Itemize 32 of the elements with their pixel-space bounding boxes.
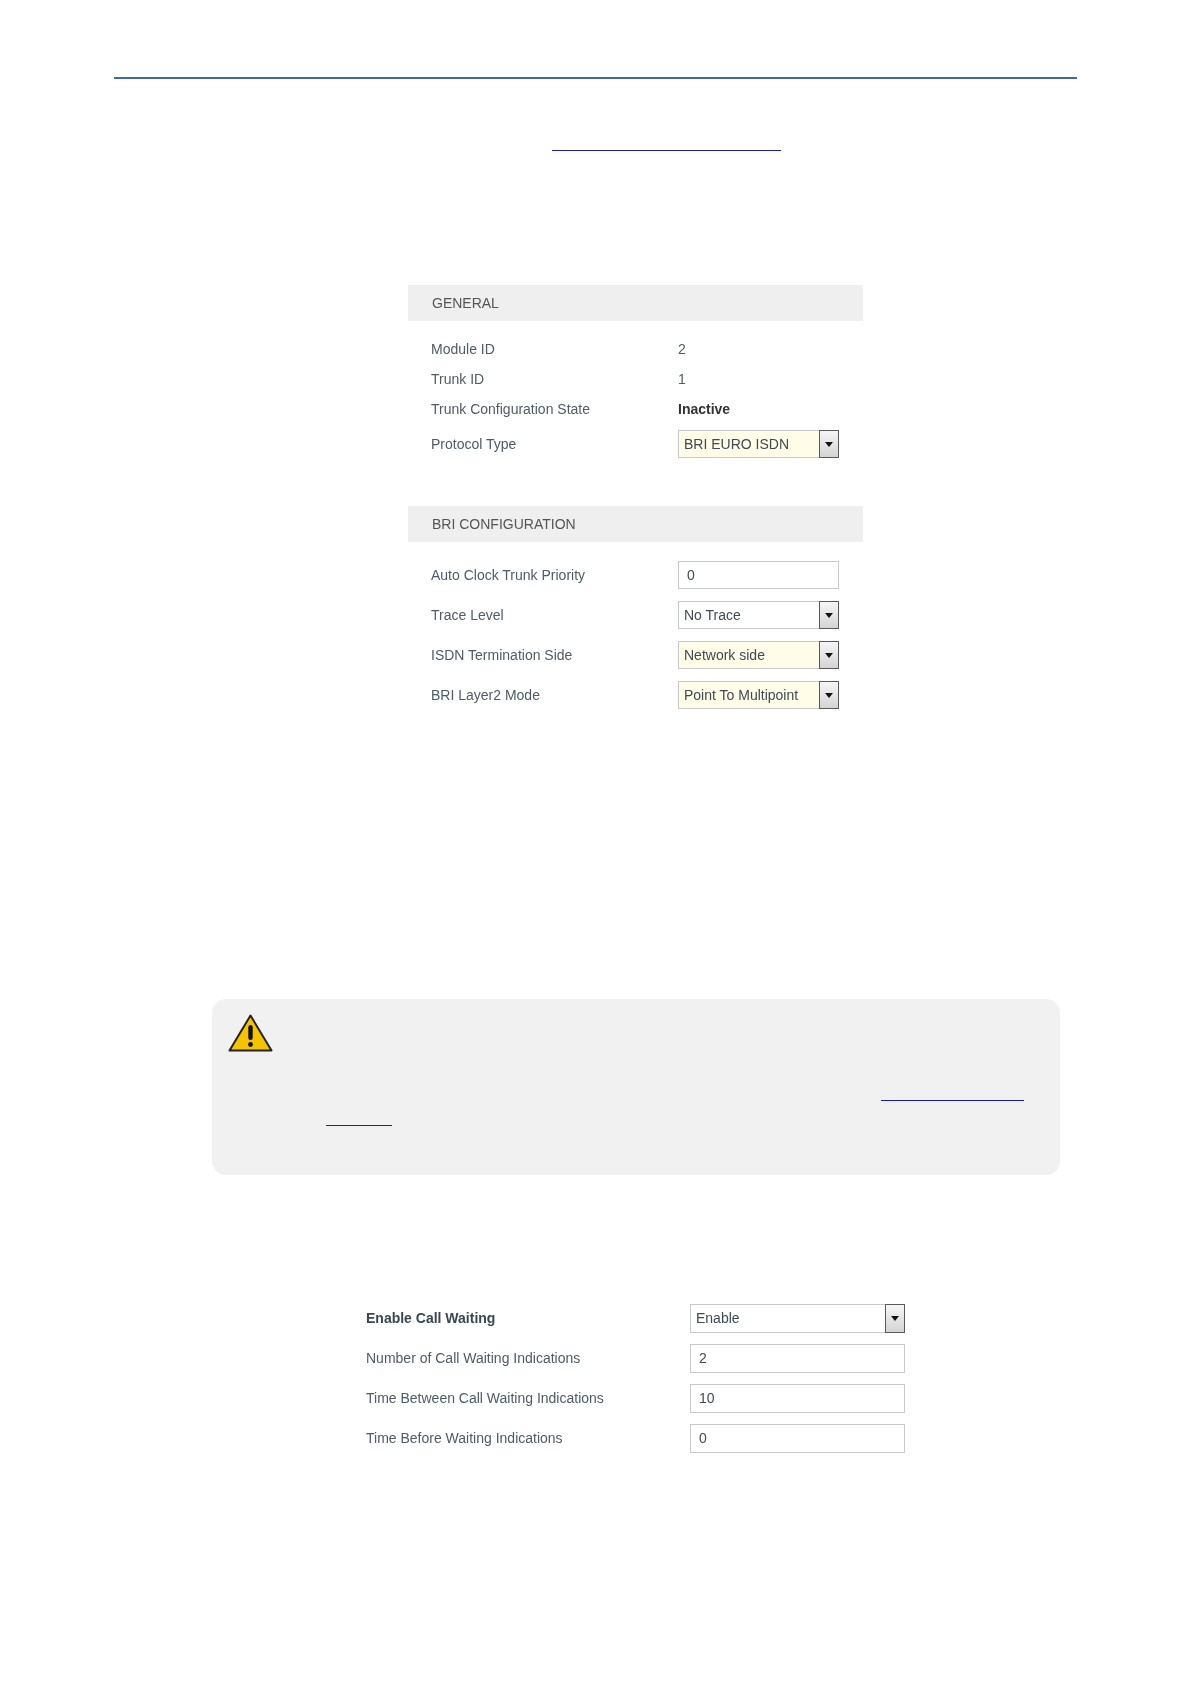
warning-icon <box>228 1014 273 1052</box>
field-value: 1 <box>678 371 686 387</box>
field-label: Enable Call Waiting <box>366 1310 496 1326</box>
field-value: 2 <box>678 341 686 357</box>
select-field[interactable]: No Trace <box>678 601 839 629</box>
select-field[interactable]: Enable <box>690 1303 905 1333</box>
dropdown-caret-icon[interactable] <box>819 430 839 458</box>
field-label: Protocol Type <box>431 436 517 452</box>
field-label: Time Between Call Waiting Indications <box>366 1390 604 1406</box>
section-header: BRI CONFIGURATION <box>408 506 863 542</box>
field-label: Time Before Waiting Indications <box>366 1430 563 1446</box>
field-label: Module ID <box>431 341 495 357</box>
select-field[interactable]: Point To Multipoint <box>678 681 839 709</box>
input-field[interactable]: 2 <box>690 1343 905 1373</box>
field-label: Trunk ID <box>431 371 485 387</box>
input-field[interactable]: 0 <box>678 561 839 589</box>
select-field[interactable]: BRI EURO ISDN <box>678 430 839 458</box>
field-label: BRI Layer2 Mode <box>431 687 540 703</box>
input-field[interactable]: 0 <box>690 1423 905 1453</box>
dropdown-caret-icon[interactable] <box>819 681 839 709</box>
input-field[interactable]: 10 <box>690 1383 905 1413</box>
dropdown-caret-icon[interactable] <box>819 641 839 669</box>
select-field[interactable]: Network side <box>678 641 839 669</box>
field-label: Trace Level <box>431 607 504 623</box>
dropdown-caret-icon[interactable] <box>819 601 839 629</box>
field-label: Number of Call Waiting Indications <box>366 1350 581 1366</box>
field-label: ISDN Termination Side <box>431 647 573 663</box>
section-header: GENERAL <box>408 285 863 321</box>
dropdown-caret-icon[interactable] <box>885 1303 905 1333</box>
field-value: Inactive <box>678 401 731 417</box>
field-label: Auto Clock Trunk Priority <box>431 567 586 583</box>
field-label: Trunk Configuration State <box>431 401 590 417</box>
